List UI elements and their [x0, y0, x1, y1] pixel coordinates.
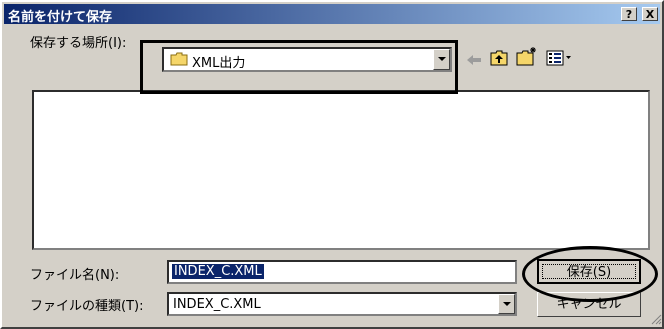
filetype-dropdown-arrow[interactable] [498, 294, 515, 314]
up-folder-icon[interactable] [490, 50, 508, 66]
resize-grip-icon[interactable] [650, 313, 662, 325]
window-title: 名前を付けて保存 [8, 10, 113, 25]
view-menu-icon[interactable] [546, 50, 572, 66]
filetype-dropdown[interactable]: INDEX_C.XML [167, 292, 517, 316]
file-list[interactable] [32, 90, 650, 250]
filetype-label: ファイルの種類(T): [30, 299, 144, 314]
highlight-oval [522, 246, 658, 302]
highlight-rectangle [140, 40, 458, 94]
filename-value: INDEX_C.XML [172, 264, 264, 279]
title-bar: 名前を付けて保存 ? X [4, 4, 660, 25]
new-folder-icon[interactable] [516, 46, 538, 66]
close-button[interactable]: X [642, 7, 658, 21]
filename-input[interactable]: INDEX_C.XML [167, 260, 517, 284]
help-button[interactable]: ? [621, 7, 637, 21]
back-arrow-icon[interactable] [466, 54, 482, 66]
filetype-value: INDEX_C.XML [173, 297, 261, 312]
location-label: 保存する場所(I): [30, 36, 127, 51]
filename-label: ファイル名(N): [30, 268, 120, 283]
